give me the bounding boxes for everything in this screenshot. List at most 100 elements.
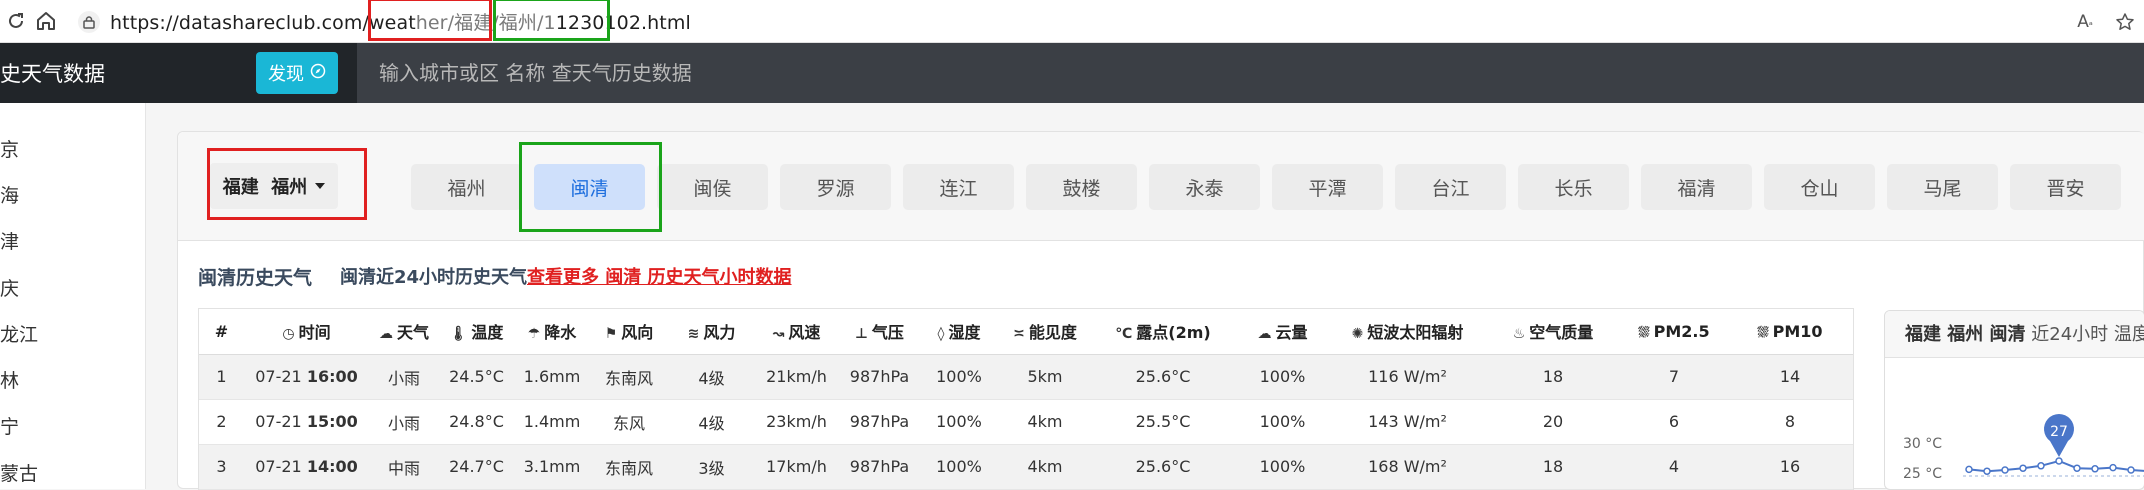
city-button[interactable]: 台江 [1395, 164, 1506, 210]
temperature-point[interactable] [2037, 462, 2045, 470]
discover-button[interactable]: 发现 [256, 52, 338, 94]
cell-pm25: 6 [1623, 399, 1725, 445]
cell-no: 2 [199, 399, 244, 445]
col-header: ≋ 风力 [668, 309, 755, 355]
pressure-icon: ⊥ [855, 326, 868, 343]
sidebar-item[interactable]: 津 [0, 227, 19, 254]
cell-weather: 小雨 [369, 399, 439, 445]
city-button[interactable]: 永泰 [1149, 164, 1260, 210]
province-highlight-red [207, 148, 367, 220]
city-button[interactable]: 长乐 [1518, 164, 1629, 210]
cell-cloud: 100% [1233, 354, 1332, 400]
cell-pm25: 7 [1623, 354, 1725, 400]
city-button[interactable]: 闽侯 [657, 164, 768, 210]
sidebar-item[interactable]: 龙江 [0, 320, 38, 347]
cell-radiation: 116 W/m² [1332, 354, 1483, 400]
url-highlight-green [493, 0, 610, 41]
temperature-point[interactable] [2109, 463, 2117, 472]
read-aloud-icon[interactable]: Aₐ [2072, 9, 2098, 35]
series-layer: 27 [1965, 414, 2144, 475]
col-header: ⚑ 风向 [590, 309, 668, 355]
city-button[interactable]: 连江 [903, 164, 1014, 210]
col-header: ☂ 降水 [514, 309, 590, 355]
col-header: ☁ 云量 [1233, 309, 1332, 355]
home-icon[interactable] [32, 7, 60, 35]
url-highlight-red [368, 0, 492, 41]
dewpoint-icon: ℃ [1115, 326, 1133, 343]
cell-temp: 24.8°C [439, 399, 514, 445]
temperature-point[interactable] [1983, 467, 1991, 475]
cell-cloud: 100% [1233, 444, 1332, 490]
cell-pm10: 14 [1725, 354, 1853, 400]
cell-temp: 24.7°C [439, 444, 514, 490]
city-button[interactable]: 福州 [411, 164, 522, 210]
section-subtitle: 闽清近24小时历史天气 [340, 267, 528, 288]
col-header: ♨ 空气质量 [1483, 309, 1623, 355]
y-tick-label: 25 °C [1903, 466, 1942, 482]
sidebar-item[interactable]: 庆 [0, 274, 19, 301]
pm25-icon: ⛆ [1638, 324, 1650, 341]
col-header: ✺ 短波太阳辐射 [1332, 309, 1483, 355]
sidebar-item[interactable]: 宁 [0, 412, 19, 439]
city-search-box[interactable] [357, 43, 2144, 103]
table-row: 3 07-21 14:00 中雨 24.7°C 3.1mm 东南风 3级 17k… [199, 444, 1853, 490]
temperature-point[interactable] [2019, 464, 2027, 472]
temperature-point[interactable] [2001, 466, 2009, 474]
thermometer-icon: 🌡 [449, 326, 468, 343]
city-button[interactable]: 马尾 [1887, 164, 1998, 210]
chart-card-location: 福建 福州 闽清 [1905, 324, 2026, 345]
refresh-icon[interactable] [2, 7, 30, 35]
favorite-star-icon[interactable] [2112, 9, 2138, 35]
site-brand[interactable]: 史天气数据 [0, 58, 105, 88]
city-search-input[interactable] [357, 43, 2144, 103]
city-button[interactable]: 福清 [1641, 164, 1752, 210]
cell-aqi: 18 [1483, 354, 1623, 400]
city-button[interactable]: 仓山 [1764, 164, 1875, 210]
sidebar-item[interactable]: 京 [0, 135, 19, 162]
cell-humidity: 100% [921, 399, 997, 445]
cell-wind-level: 4级 [668, 354, 755, 400]
more-data-link[interactable]: 查看更多 闽清 历史天气小时数据 [527, 263, 792, 289]
chart-card-header: 福建 福州 闽清 近24小时 温度 [1885, 311, 2144, 358]
cell-humidity: 100% [921, 354, 997, 400]
cell-wind-dir: 东南风 [590, 444, 668, 490]
site-info-icon[interactable] [78, 10, 100, 33]
temperature-line-chart[interactable]: 30 °C 25 °C 27 [1885, 358, 2144, 490]
sidebar-item[interactable]: 海 [0, 181, 19, 208]
cell-no: 3 [199, 444, 244, 490]
temperature-point[interactable] [2073, 464, 2081, 472]
city-button[interactable]: 鼓楼 [1026, 164, 1137, 210]
city-highlight-green [519, 142, 662, 232]
temperature-point[interactable] [2055, 457, 2063, 465]
col-header: ⛆ PM2.5 [1623, 309, 1725, 355]
cell-wind-level: 4级 [668, 399, 755, 445]
temperature-point[interactable] [1965, 465, 1973, 474]
col-header: ⊥ 气压 [838, 309, 921, 355]
cell-weather: 中雨 [369, 444, 439, 490]
cell-time: 07-21 14:00 [244, 444, 369, 490]
city-button[interactable]: 平潭 [1272, 164, 1383, 210]
weather-card: 福建 福州 福州 闽清 闽侯 罗源 连江 鼓楼 永泰 平潭 台江 长乐 福清 仓… [177, 131, 2144, 490]
col-header: ≍ 能见度 [997, 309, 1093, 355]
sidebar-item[interactable]: 蒙古 [0, 459, 38, 486]
cell-wind-speed: 23km/h [755, 399, 838, 445]
cell-wind-speed: 17km/h [755, 444, 838, 490]
cell-temp: 24.5°C [439, 354, 514, 400]
cell-no: 1 [199, 354, 244, 400]
cell-pm25: 4 [1623, 444, 1725, 490]
temperature-point[interactable] [2091, 465, 2099, 473]
cell-weather: 小雨 [369, 354, 439, 400]
cell-precip: 1.4mm [514, 399, 590, 445]
cell-pressure: 987hPa [838, 444, 921, 490]
hourly-weather-table: # ◷ 时间 ☁ 天气 🌡 温度 ☂ 降水 ⚑ 风向 ≋ 风力 ↝ 风速 ⊥ 气压 ◊ 湿度 ≍ 能… [198, 308, 1854, 490]
discover-label: 发现 [268, 64, 304, 85]
temperature-point[interactable] [2127, 466, 2135, 474]
cell-visibility: 4km [997, 444, 1093, 490]
city-button[interactable]: 晋安 [2010, 164, 2121, 210]
eye-icon: ≍ [1013, 326, 1025, 343]
city-button[interactable]: 罗源 [780, 164, 891, 210]
sidebar-item[interactable]: 林 [0, 366, 19, 393]
cell-precip: 1.6mm [514, 354, 590, 400]
cell-dewpoint: 25.6°C [1093, 444, 1233, 490]
col-header: ⛆ PM10 [1725, 309, 1853, 355]
